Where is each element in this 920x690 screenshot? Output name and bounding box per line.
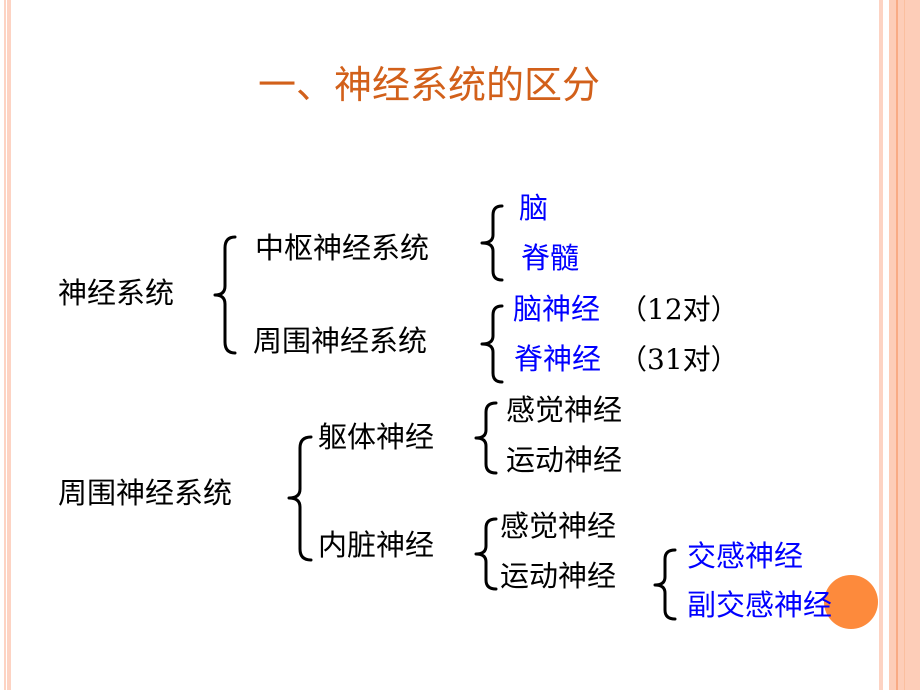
tree2-root: 周围神经系统	[58, 476, 233, 510]
tree1-branch-pns: 周围神经系统	[253, 324, 428, 358]
visceral-brace	[474, 517, 498, 591]
tree1-pns-brace	[480, 304, 504, 384]
cns-child-brain: 脑	[519, 191, 549, 225]
cns-child-spinal-cord: 脊髓	[521, 241, 580, 275]
right-border-stripe	[879, 0, 883, 690]
left-border-stripe	[7, 0, 11, 690]
orange-circle-marker	[824, 575, 878, 629]
somatic-child-motor: 运动神经	[506, 443, 623, 477]
right-border-stripe-dark	[896, 0, 898, 690]
pns-child-spinal-nerves-count: （31对）	[619, 343, 739, 376]
pns-child-cranial-nerves-count: （12对）	[619, 293, 739, 326]
slide-title: 一、神经系统的区分	[258, 63, 601, 107]
visceral-child-sensory: 感觉神经	[500, 509, 617, 543]
visceral-motor-parasympathetic: 副交感神经	[687, 588, 833, 622]
somatic-child-sensory: 感觉神经	[506, 393, 623, 427]
tree2-root-brace	[287, 435, 313, 562]
pns-child-cranial-nerves: 脑神经	[513, 292, 601, 326]
visceral-motor-brace	[653, 548, 677, 621]
right-border-stripe-mid	[904, 0, 905, 690]
pns-child-spinal-nerves: 脊神经	[514, 342, 602, 376]
visceral-motor-sympathetic: 交感神经	[687, 539, 804, 573]
tree1-cns-brace	[480, 204, 504, 282]
somatic-brace	[474, 401, 498, 475]
tree2-branch-visceral: 内脏神经	[318, 528, 435, 562]
tree1-root: 神经系统	[58, 276, 175, 310]
tree2-branch-somatic: 躯体神经	[318, 420, 435, 454]
tree1-root-brace	[213, 235, 237, 355]
visceral-child-motor: 运动神经	[500, 559, 617, 593]
left-border-stripe	[4, 0, 6, 690]
tree1-branch-cns: 中枢神经系统	[255, 231, 430, 265]
